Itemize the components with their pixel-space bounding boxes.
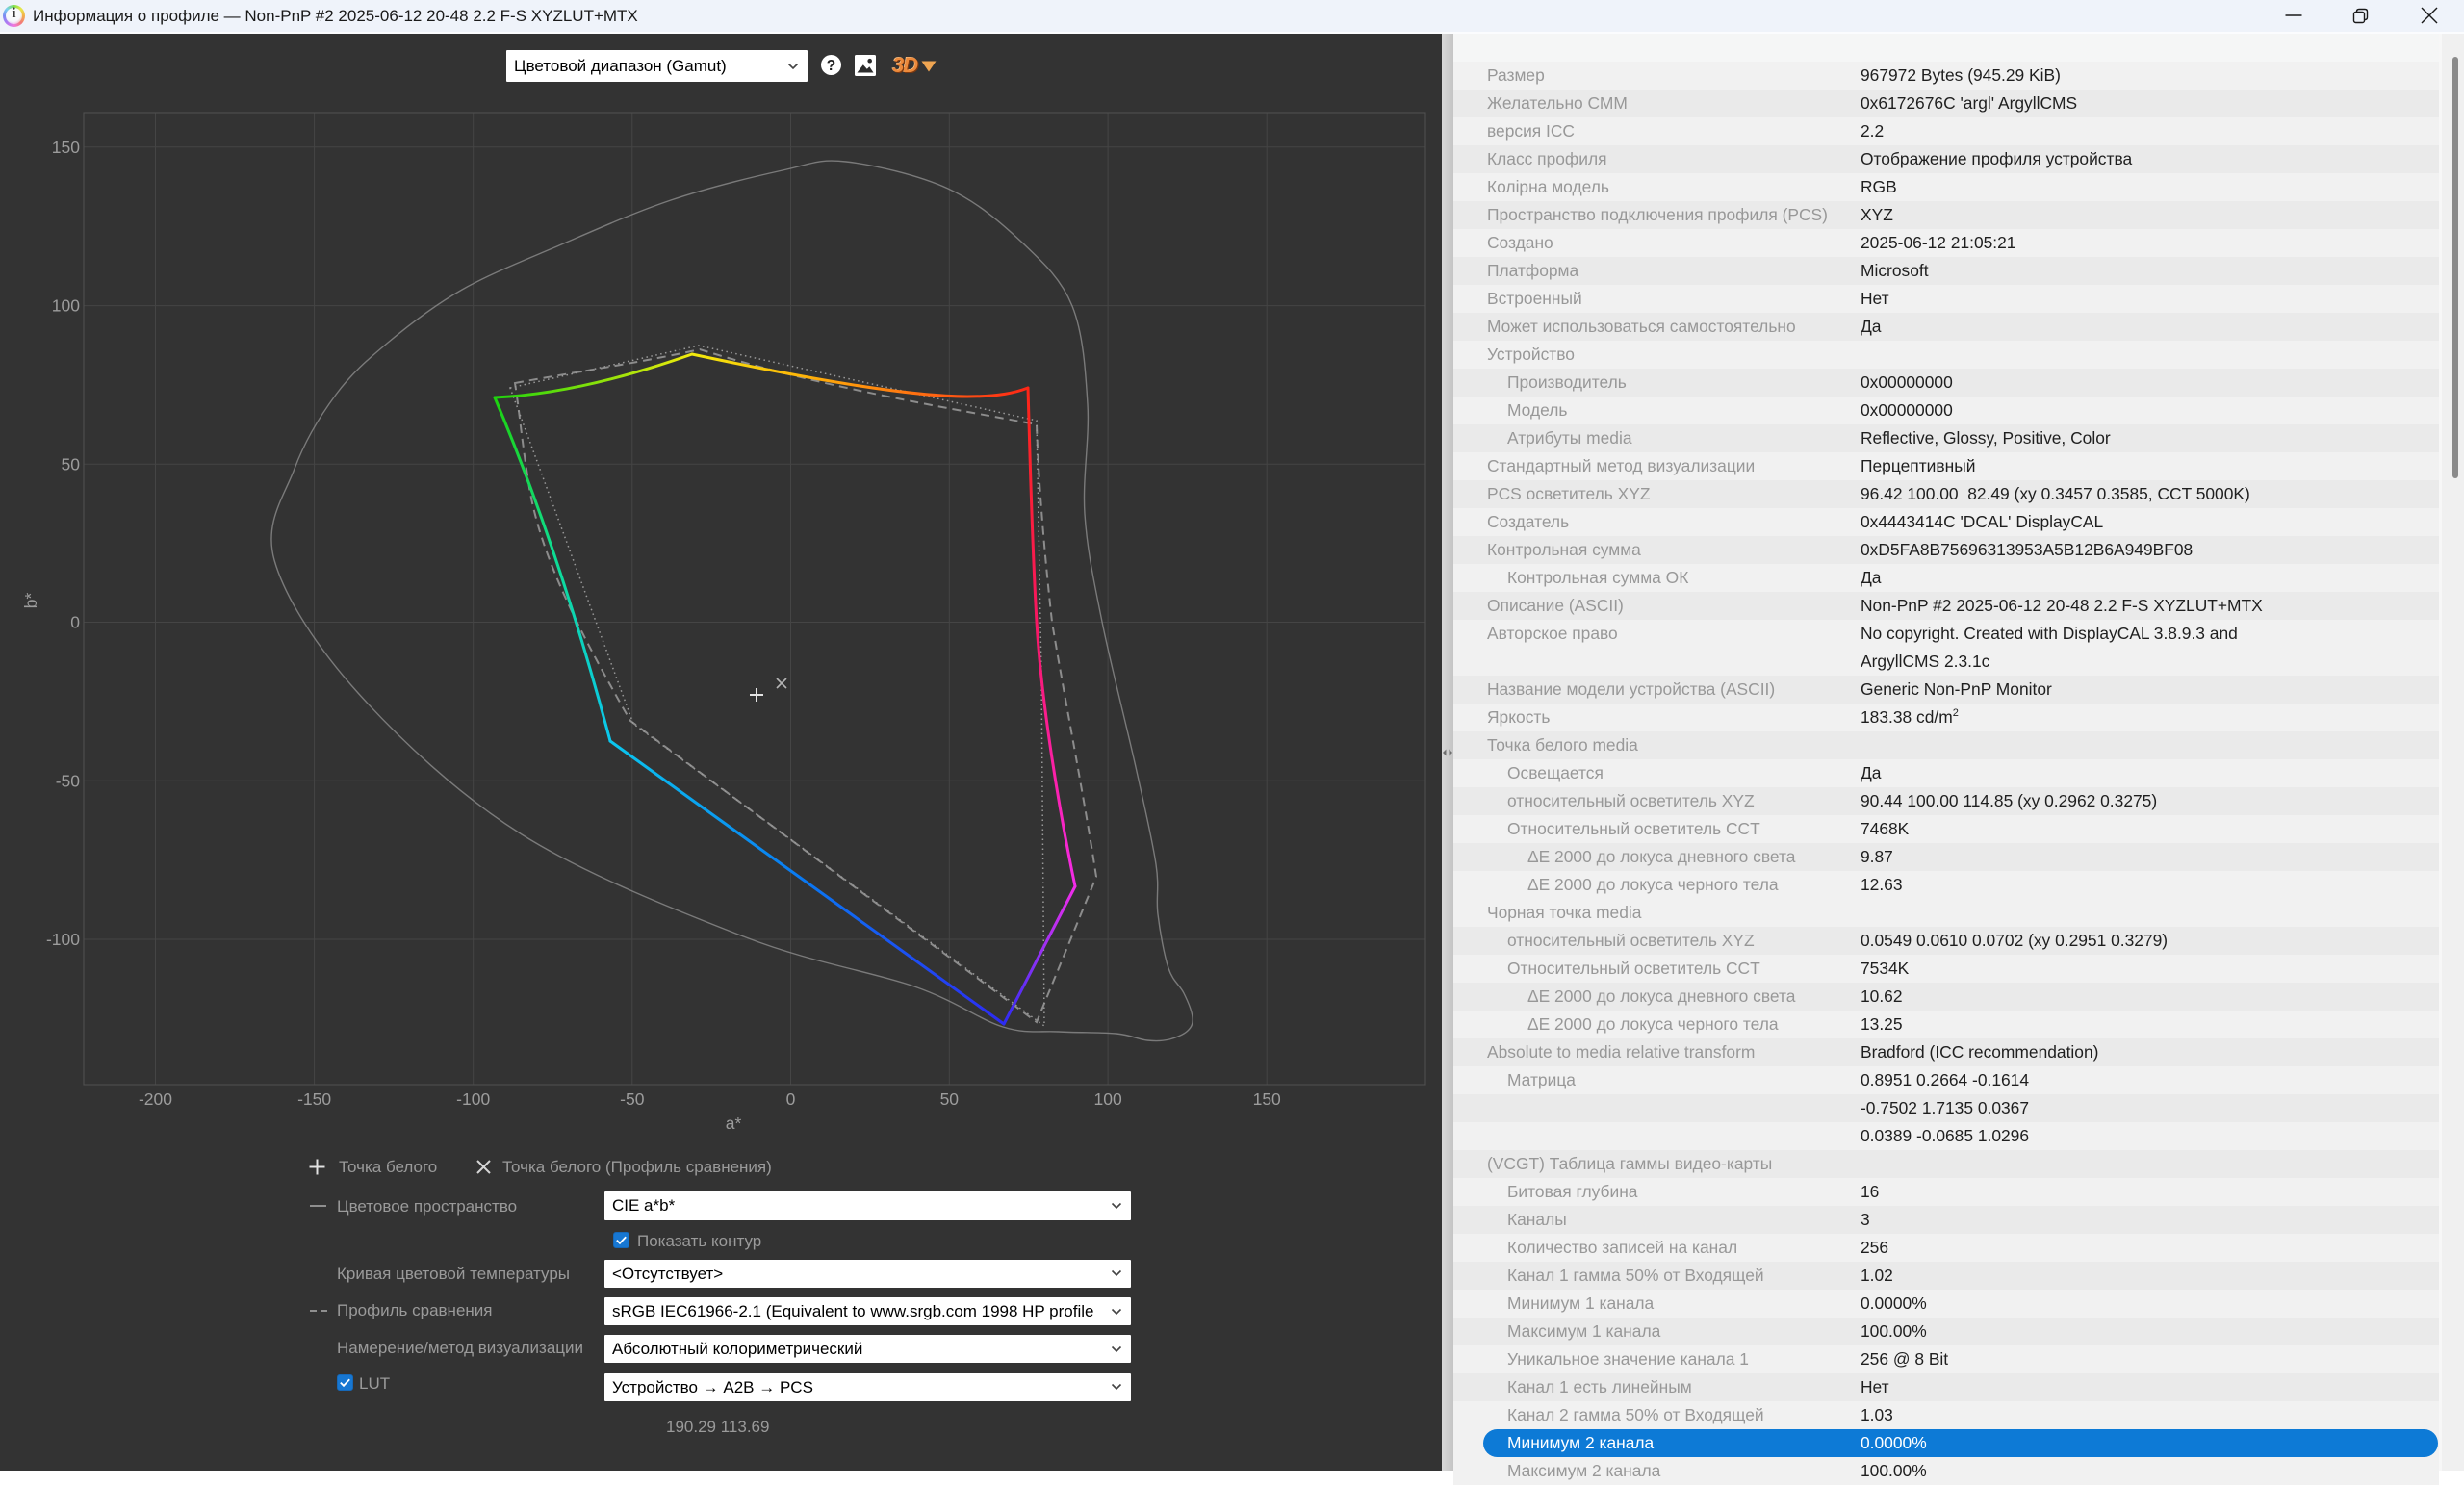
svg-text:-100: -100 — [456, 1089, 490, 1109]
svg-text:50: 50 — [62, 454, 81, 474]
svg-text:b*: b* — [21, 593, 40, 609]
svg-text:-50: -50 — [620, 1089, 645, 1109]
svg-text:150: 150 — [1253, 1089, 1281, 1109]
svg-text:a*: a* — [726, 1114, 742, 1133]
svg-text:0: 0 — [786, 1089, 796, 1109]
svg-text:?: ? — [827, 58, 835, 74]
svg-text:-150: -150 — [297, 1089, 331, 1109]
svg-text:50: 50 — [940, 1089, 960, 1109]
svg-text:0: 0 — [70, 613, 80, 632]
svg-text:100: 100 — [52, 296, 80, 316]
svg-text:-100: -100 — [46, 930, 80, 949]
svg-text:-200: -200 — [139, 1089, 172, 1109]
svg-text:100: 100 — [1093, 1089, 1121, 1109]
svg-text:150: 150 — [52, 138, 80, 157]
svg-text:-50: -50 — [56, 771, 81, 790]
